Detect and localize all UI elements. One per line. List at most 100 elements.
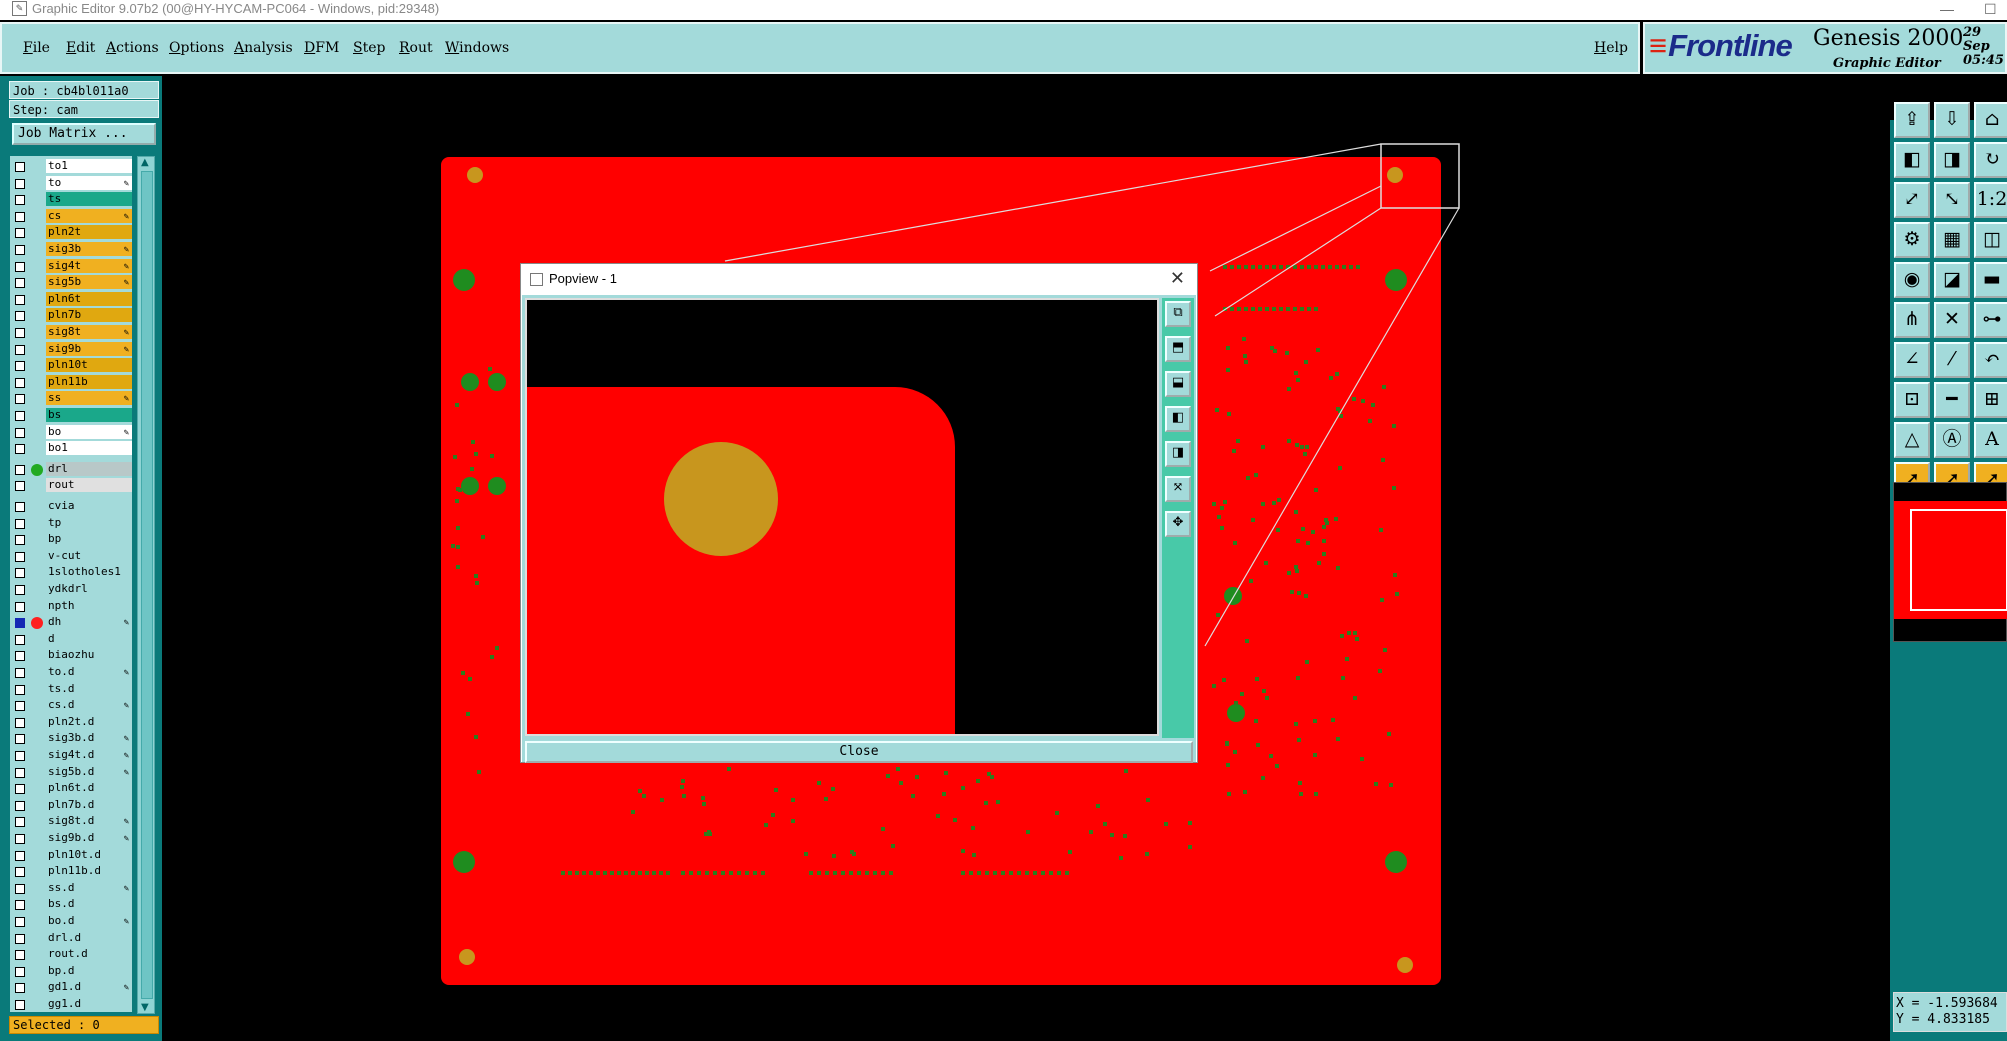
layer-row[interactable]: cs ✎ [10,208,132,225]
layer-row[interactable]: cvia [10,499,132,515]
minimize-button[interactable]: — [1940,0,1954,18]
layer-checkbox[interactable] [15,751,25,761]
layer-name[interactable]: bs.d [46,897,132,912]
layer-checkbox[interactable] [15,294,25,305]
layer-row[interactable]: pln7b.d [10,797,132,814]
layer-checkbox[interactable] [15,966,25,977]
layer-name[interactable]: pln11b.d [46,864,132,879]
layer-name[interactable]: sig3b.d ✎ [46,731,132,746]
layer-name[interactable]: bo1 [46,441,132,456]
layer-name[interactable]: to ✎ [46,175,132,190]
layer-row[interactable]: ss ✎ [10,391,132,407]
menu-help[interactable]: Help [1594,40,1628,56]
layer-checkbox[interactable] [15,344,25,355]
layer-name[interactable]: rout [46,478,132,493]
layer-row[interactable]: cs.d ✎ [10,698,132,714]
layer-checkbox[interactable] [15,211,25,222]
layer-checkbox[interactable] [15,394,25,405]
layer-checkbox[interactable] [15,195,25,206]
layer-row[interactable]: sig4t ✎ [10,258,132,275]
layer-row[interactable]: sig9b ✎ [10,341,132,358]
layer-row[interactable]: v-cut [10,548,132,565]
layer-checkbox[interactable] [15,228,25,239]
layer-checkbox[interactable] [15,377,25,388]
layer-row[interactable]: ss.d ✎ [10,880,132,897]
layer-name[interactable]: pln6t [46,291,132,306]
layer-checkbox[interactable] [15,950,25,961]
layer-name[interactable]: bp [46,532,132,547]
menu-file[interactable]: File [23,40,50,56]
layer-name[interactable]: sig9b.d ✎ [46,831,132,845]
tool-button-7-2[interactable]: ⊞ [1974,382,2007,418]
layer-row[interactable]: pln2t [10,225,132,241]
tool-button-3-2[interactable]: ◫ [1974,222,2007,258]
tool-button-0-1[interactable]: ⇩ [1934,102,1970,138]
layer-checkbox[interactable] [15,568,25,579]
tool-button-8-0[interactable]: △ [1894,422,1930,458]
layer-checkbox[interactable] [15,444,25,455]
layer-row[interactable]: sig3b.d ✎ [10,731,132,747]
layer-name[interactable]: drl [46,461,132,476]
layer-name[interactable]: sig8t.d ✎ [46,814,132,829]
layer-name[interactable]: sig5b.d ✎ [46,764,132,779]
layer-name[interactable]: rout.d [46,947,132,962]
layer-name[interactable]: d [46,631,132,646]
layer-row[interactable]: rout [10,478,132,494]
layer-row[interactable]: bo1 [10,441,132,457]
layer-name[interactable]: bo.d ✎ [46,914,132,928]
layer-name[interactable]: drl.d [46,930,132,945]
overview-map[interactable] [1893,482,2007,642]
menu-actions[interactable]: Actions [106,40,159,56]
tool-button-5-1[interactable]: ✕ [1934,302,1970,338]
layer-row[interactable]: gd1.d ✎ [10,980,132,996]
layer-checkbox[interactable] [15,917,25,927]
close-icon[interactable]: ✕ [1170,264,1185,292]
tool-button-1-0[interactable]: ◧ [1894,142,1930,178]
layer-row[interactable]: ts.d [10,681,132,698]
tool-button-3-0[interactable]: ⚙ [1894,222,1930,258]
layer-checkbox[interactable] [15,850,25,861]
menu-analysis[interactable]: Analysis [234,40,293,56]
layer-checkbox[interactable] [15,464,25,475]
tool-button-3-1[interactable]: ▦ [1934,222,1970,258]
tool-button-4-2[interactable]: ▬ [1974,262,2007,298]
layer-checkbox[interactable] [15,734,25,745]
job-matrix-button[interactable]: Job Matrix ... [12,123,156,145]
menu-step[interactable]: Step [353,40,385,56]
layer-name[interactable]: bp.d [46,963,132,978]
layer-row[interactable]: drl.d [10,930,132,947]
layer-row[interactable]: sig5b.d ✎ [10,764,132,781]
layer-name[interactable]: npth [46,598,132,613]
tool-button-5-0[interactable]: ⋔ [1894,302,1930,338]
layer-row[interactable]: sig8t.d ✎ [10,814,132,830]
menu-dfm[interactable]: DFM [304,40,339,56]
layer-row[interactable]: ydkdrl [10,582,132,598]
layer-row[interactable]: to.d ✎ [10,665,132,681]
layer-name[interactable]: cs.d ✎ [46,698,132,713]
popview-close-button[interactable]: Close [525,741,1193,763]
layer-name[interactable]: tp [46,515,132,530]
layer-checkbox[interactable] [15,717,25,728]
layer-checkbox[interactable] [15,535,25,546]
layer-row[interactable]: pln10t [10,358,132,374]
layer-checkbox[interactable] [15,900,25,911]
layer-checkbox[interactable] [15,668,25,678]
layer-checkbox[interactable] [15,178,25,189]
layer-row[interactable]: tp [10,515,132,532]
layer-checkbox[interactable] [15,701,25,712]
layer-row[interactable]: sig5b ✎ [10,275,132,291]
scroll-thumb[interactable] [141,171,153,999]
layer-checkbox[interactable] [15,427,25,438]
tool-button-1-1[interactable]: ◨ [1934,142,1970,178]
layer-checkbox[interactable] [15,481,25,492]
layer-row[interactable]: bs [10,408,132,424]
scroll-down-icon[interactable]: ▼ [141,1002,149,1013]
layer-name[interactable]: sig8t ✎ [46,325,132,339]
tool-button-0-2[interactable]: ⌂ [1974,102,2007,138]
layer-name[interactable]: bo ✎ [46,424,132,439]
layer-checkbox[interactable] [15,245,25,255]
layer-checkbox[interactable] [15,328,25,338]
layer-name[interactable]: ts [46,192,132,207]
tool-button-0-0[interactable]: ⇪ [1894,102,1930,138]
scroll-up-icon[interactable]: ▲ [141,157,149,168]
